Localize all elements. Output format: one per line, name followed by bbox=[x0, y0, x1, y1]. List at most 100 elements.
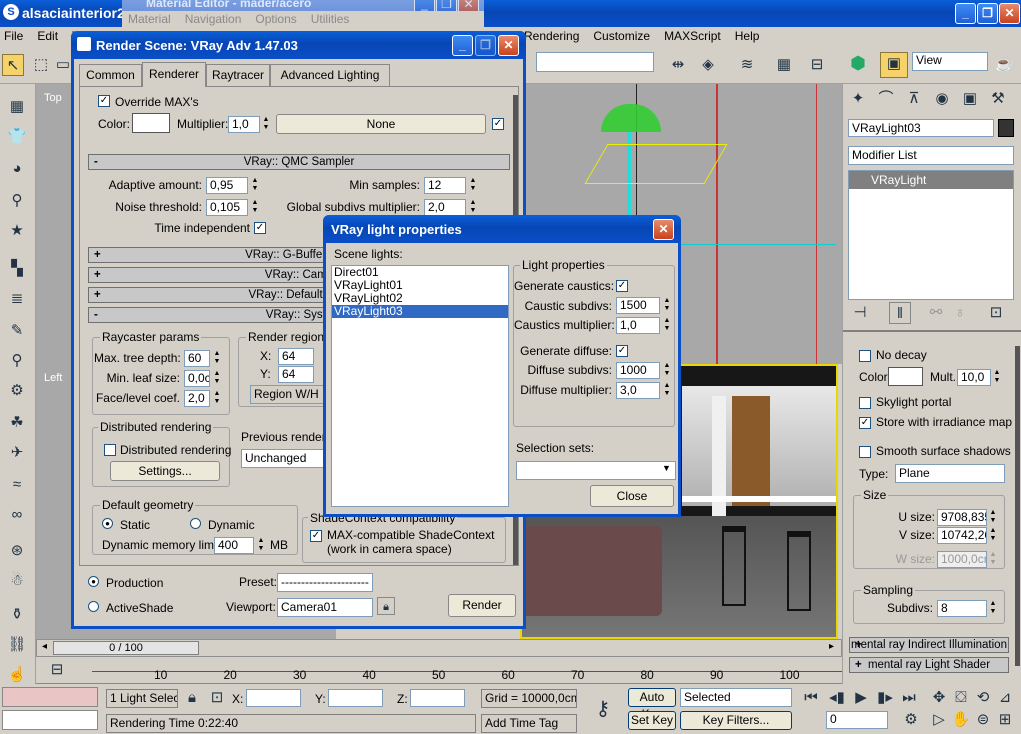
configure-sets-icon[interactable]: ⊡ bbox=[985, 302, 1007, 324]
key-icon[interactable]: ⚷ bbox=[588, 698, 618, 720]
shirt-icon[interactable]: 👕 bbox=[6, 126, 28, 148]
generate-diffuse-checkbox[interactable]: ✓ bbox=[616, 345, 628, 357]
selected-dropdown[interactable]: Selected bbox=[680, 688, 792, 707]
me-menu-options[interactable]: Options bbox=[255, 12, 296, 26]
mirror-icon[interactable]: ⇹ bbox=[667, 54, 689, 76]
diffuse-multiplier-spinner[interactable]: ▲ ▼ bbox=[662, 382, 672, 399]
override-map-checkbox[interactable]: ✓ bbox=[492, 118, 504, 130]
mult-spinner[interactable]: ▲ ▼ bbox=[992, 369, 1002, 386]
subdivs-spinner[interactable]: ▲ ▼ bbox=[988, 600, 998, 617]
star-icon[interactable]: ★ bbox=[6, 220, 28, 242]
pin-icon[interactable]: ⚲ bbox=[6, 190, 28, 212]
settings-button[interactable]: Settings... bbox=[110, 461, 220, 481]
create-tab-icon[interactable]: ✦ bbox=[847, 88, 869, 110]
knot-icon[interactable]: ⊛ bbox=[6, 540, 28, 562]
noise-threshold-field[interactable]: 0,105 bbox=[206, 199, 248, 216]
selection-sets-dropdown[interactable] bbox=[516, 461, 676, 480]
z-coord-field[interactable] bbox=[410, 689, 465, 707]
vray-close-button[interactable]: Close bbox=[590, 485, 674, 507]
light-color-swatch[interactable] bbox=[888, 367, 923, 386]
schematic-view-icon[interactable]: ⊟ bbox=[806, 54, 828, 76]
tab-advanced-lighting[interactable]: Advanced Lighting bbox=[270, 64, 390, 86]
hierarchy-tab-icon[interactable]: ⊼ bbox=[903, 88, 925, 110]
align-icon[interactable]: ◈ bbox=[697, 54, 719, 76]
override-max-checkbox[interactable]: ✓ bbox=[98, 95, 110, 107]
type-dropdown[interactable]: Plane bbox=[895, 464, 1005, 483]
gear-icon[interactable]: ⚙ bbox=[6, 380, 28, 402]
wsize-spinner[interactable]: ▲ ▼ bbox=[988, 551, 998, 568]
caustics-multiplier-field[interactable]: 1,0 bbox=[616, 317, 660, 334]
caustic-subdivs-spinner[interactable]: ▲ ▼ bbox=[662, 297, 672, 314]
region-y-field[interactable]: 64 bbox=[278, 366, 314, 383]
caustic-subdivs-field[interactable]: 1500 bbox=[616, 297, 660, 314]
object-color-swatch[interactable] bbox=[998, 119, 1014, 137]
activeshade-radio[interactable] bbox=[88, 601, 99, 612]
checker-icon[interactable]: ▚ bbox=[6, 258, 28, 280]
render-minimize-button[interactable]: _ bbox=[452, 35, 473, 56]
make-unique-icon[interactable]: ⚯ bbox=[925, 302, 947, 324]
teapot-render-icon[interactable]: ☕ bbox=[993, 54, 1015, 76]
auto-key-button[interactable]: Auto Key bbox=[628, 688, 676, 721]
maximize-button[interactable]: ❐ bbox=[977, 3, 998, 24]
usize-field[interactable]: 9708,835 bbox=[937, 509, 987, 526]
time-slider-thumb[interactable]: 0 / 100 bbox=[53, 641, 199, 655]
generate-caustics-checkbox[interactable]: ✓ bbox=[616, 280, 628, 292]
skylight-portal-checkbox[interactable] bbox=[859, 397, 871, 409]
y-coord-field[interactable] bbox=[328, 689, 383, 707]
preset-dropdown[interactable]: ---------------------- bbox=[277, 573, 373, 592]
subdivs-field[interactable]: 8 bbox=[937, 600, 987, 617]
curve-editor-icon[interactable]: ▦ bbox=[773, 54, 795, 76]
selection-set-dropdown[interactable] bbox=[536, 52, 654, 72]
min-samples-field[interactable]: 12 bbox=[424, 177, 466, 194]
magnifier-icon[interactable]: ⚲ bbox=[6, 350, 28, 372]
arc-rotate-icon[interactable]: ⊜ bbox=[972, 709, 994, 731]
bottle-icon[interactable]: ⚱ bbox=[6, 604, 28, 626]
region-x-field[interactable]: 64 bbox=[278, 348, 314, 365]
smooth-shadows-checkbox[interactable] bbox=[859, 446, 871, 458]
utilities-tab-icon[interactable]: ⚒ bbox=[987, 88, 1009, 110]
override-multiplier-spinner[interactable]: ▲ ▼ bbox=[261, 116, 271, 133]
caustics-multiplier-spinner[interactable]: ▲ ▼ bbox=[662, 317, 672, 334]
no-decay-checkbox[interactable] bbox=[859, 350, 871, 362]
dynamic-memory-field[interactable]: 400 bbox=[214, 537, 254, 554]
vray-dialog-close-button[interactable]: ✕ bbox=[653, 219, 674, 240]
figure-icon[interactable]: ☘ bbox=[6, 412, 28, 434]
adaptive-amount-spinner[interactable]: ▲ ▼ bbox=[250, 177, 260, 194]
orbit-icon[interactable]: ⟲ bbox=[972, 687, 994, 709]
play-icon[interactable]: ▶ bbox=[850, 687, 872, 709]
object-name-field[interactable]: VRayLight03 bbox=[848, 119, 994, 137]
fov-icon[interactable]: ⊿ bbox=[994, 687, 1016, 709]
modify-tab-icon[interactable]: ⌒ bbox=[875, 88, 897, 110]
prev-frame-icon[interactable]: ◂▮ bbox=[826, 687, 848, 709]
x-coord-field[interactable] bbox=[246, 689, 301, 707]
layer-manager-icon[interactable]: ≋ bbox=[736, 54, 758, 76]
sphere-icon[interactable]: ◕ bbox=[6, 158, 28, 180]
view-dropdown[interactable]: View bbox=[912, 52, 988, 71]
min-leaf-field[interactable]: 0,0cı bbox=[184, 370, 210, 387]
key-filters-button[interactable]: Key Filters... bbox=[680, 711, 792, 730]
max-tree-depth-field[interactable]: 60 bbox=[184, 350, 210, 367]
global-subdivs-spinner[interactable]: ▲ ▼ bbox=[468, 199, 478, 216]
adaptive-amount-field[interactable]: 0,95 bbox=[206, 177, 248, 194]
time-slider[interactable]: ◂ 0 / 100 ▸ bbox=[36, 639, 842, 657]
track-bar-icon[interactable]: ⊟ bbox=[46, 659, 68, 681]
face-level-spinner[interactable]: ▲ ▼ bbox=[212, 390, 222, 407]
min-leaf-spinner[interactable]: ▲ ▼ bbox=[212, 370, 222, 387]
box-icon[interactable]: ▦ bbox=[6, 96, 28, 118]
diffuse-subdivs-spinner[interactable]: ▲ ▼ bbox=[662, 362, 672, 379]
bird-icon[interactable]: ✈ bbox=[6, 442, 28, 464]
stack-icon[interactable]: ≣ bbox=[6, 288, 28, 310]
set-key-button[interactable]: Set Key bbox=[628, 711, 676, 730]
override-multiplier-field[interactable]: 1,0 bbox=[228, 116, 260, 133]
mr-indirect-rollout[interactable]: + mental ray Indirect Illumination bbox=[849, 637, 1009, 653]
goto-end-icon[interactable]: ⏭ bbox=[898, 687, 920, 709]
render-maximize-button[interactable]: ❐ bbox=[475, 35, 496, 56]
motion-tab-icon[interactable]: ◉ bbox=[931, 88, 953, 110]
store-irradiance-checkbox[interactable]: ✓ bbox=[859, 417, 871, 429]
noise-threshold-spinner[interactable]: ▲ ▼ bbox=[250, 199, 260, 216]
goto-start-icon[interactable]: ⏮ bbox=[800, 687, 822, 709]
display-tab-icon[interactable]: ▣ bbox=[959, 88, 981, 110]
usize-spinner[interactable]: ▲ ▼ bbox=[988, 509, 998, 526]
lock-selection-icon[interactable]: 🔒︎ bbox=[181, 687, 203, 709]
pan-icon[interactable]: ▷ bbox=[928, 709, 950, 731]
